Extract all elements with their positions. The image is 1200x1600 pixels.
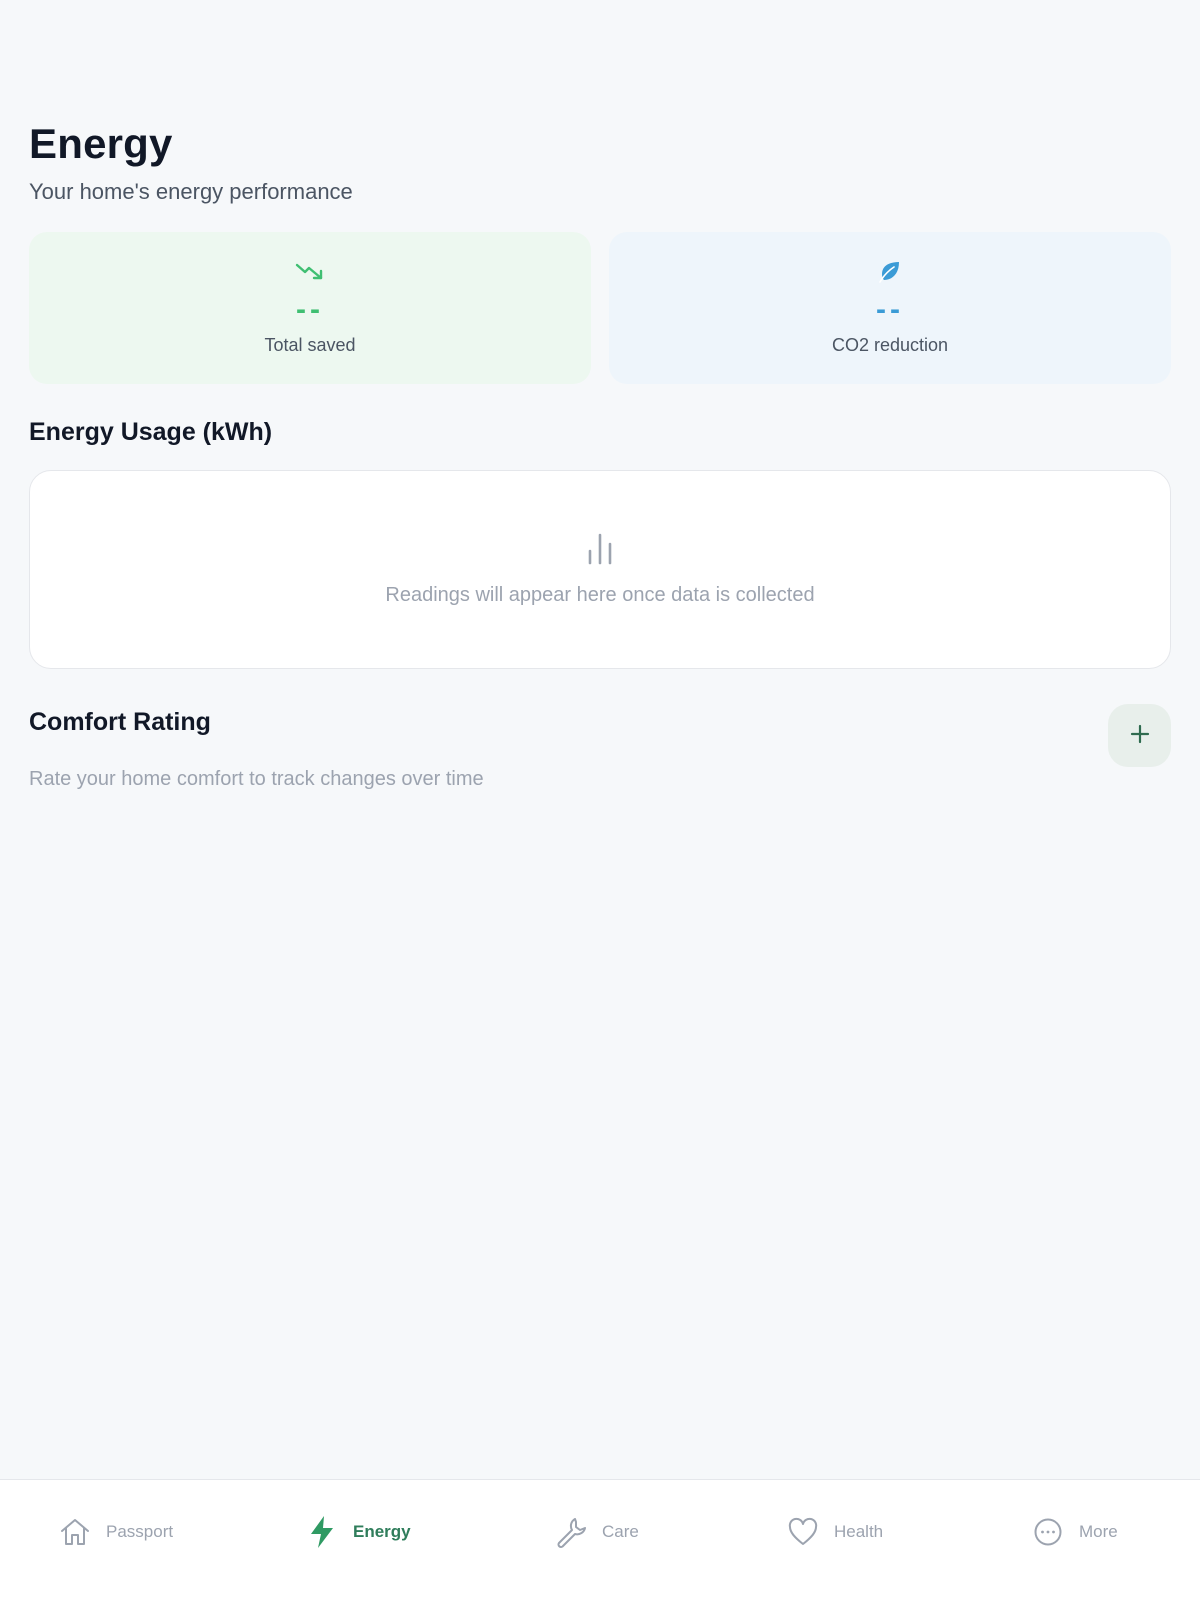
bar-chart-icon (586, 533, 614, 570)
nav-label-health: Health (834, 1522, 884, 1541)
chart-empty-message: Readings will appear here once data is c… (385, 584, 815, 606)
co2-reduction-card: -- CO2 reduction (609, 232, 1171, 384)
energy-usage-title: Energy Usage (kWh) (29, 418, 273, 446)
add-comfort-rating-button[interactable] (1108, 704, 1171, 767)
home-icon (58, 1515, 92, 1549)
co2-reduction-label: CO2 reduction (831, 335, 949, 355)
comfort-rating-subtitle: Rate your home comfort to track changes … (29, 768, 484, 790)
total-saved-value: -- (296, 293, 324, 326)
co2-reduction-value: -- (876, 293, 904, 326)
more-dots-icon (1031, 1515, 1065, 1549)
nav-item-passport[interactable]: Passport (58, 1510, 173, 1554)
page-subtitle: Your home's energy performance (29, 179, 353, 204)
nav-label-more: More (1079, 1522, 1118, 1541)
heart-icon (786, 1515, 820, 1549)
bolt-icon (305, 1515, 339, 1549)
wrench-icon (554, 1515, 588, 1549)
comfort-rating-title: Comfort Rating (29, 708, 211, 736)
page-header: Energy Your home's energy performance (29, 120, 353, 206)
total-saved-label: Total saved (264, 335, 356, 355)
bottom-nav: Passport Energy Care Health More (0, 1479, 1200, 1600)
total-saved-card: -- Total saved (29, 232, 591, 384)
nav-item-care[interactable]: Care (554, 1510, 639, 1554)
energy-usage-chart-card: Readings will appear here once data is c… (29, 470, 1171, 669)
nav-label-passport: Passport (106, 1522, 174, 1541)
nav-item-more[interactable]: More (1031, 1510, 1118, 1554)
nav-item-energy[interactable]: Energy (305, 1510, 411, 1554)
leaf-icon (874, 256, 906, 288)
plus-icon (1129, 723, 1151, 748)
energy-page: Energy Your home's energy performance --… (0, 0, 1200, 1600)
nav-label-energy: Energy (353, 1522, 411, 1541)
nav-label-care: Care (602, 1522, 639, 1541)
nav-item-health[interactable]: Health (786, 1510, 883, 1554)
page-title: Energy (29, 120, 173, 167)
trending-down-icon (294, 256, 326, 288)
